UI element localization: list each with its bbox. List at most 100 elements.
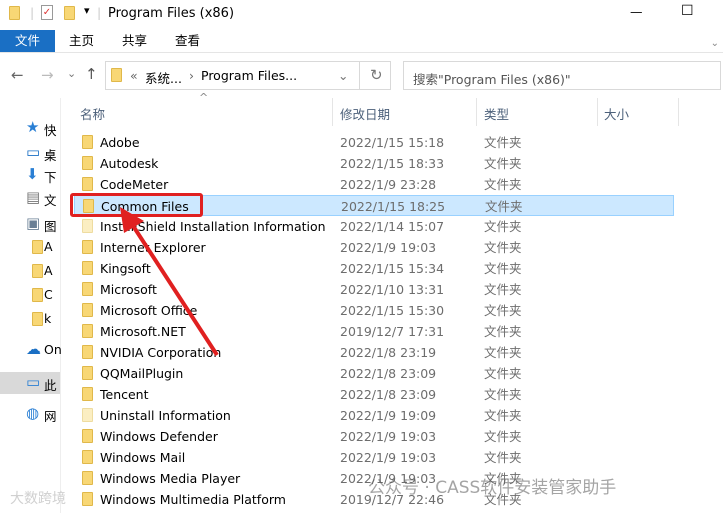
sidebar-item-label: 网	[44, 409, 57, 424]
file-date: 2022/1/9 19:03	[340, 429, 437, 444]
address-bar[interactable]: « 系统... › Program Files... ⌄ ↻	[105, 61, 391, 90]
column-header-name[interactable]: 名称	[80, 104, 105, 123]
file-row[interactable]: Autodesk 2022/1/15 18:33 文件夹	[74, 153, 674, 174]
file-row[interactable]: CodeMeter 2022/1/9 23:28 文件夹	[74, 174, 674, 195]
sidebar-item-label: k	[44, 311, 52, 326]
folder-icon	[82, 450, 93, 464]
tab-view[interactable]: 查看	[175, 30, 200, 52]
folder-icon	[82, 261, 93, 275]
sidebar-item[interactable]: k	[0, 308, 60, 330]
properties-icon[interactable]: ✓	[41, 5, 53, 20]
breadcrumb-separator[interactable]: ›	[189, 68, 194, 83]
sidebar-item[interactable]: C	[0, 284, 60, 306]
file-name: QQMailPlugin	[100, 366, 184, 381]
tab-share[interactable]: 共享	[122, 30, 147, 52]
sidebar-item[interactable]: ☁ On	[0, 339, 62, 361]
annotation-arrow	[120, 207, 219, 357]
file-row[interactable]: QQMailPlugin 2022/1/8 23:09 文件夹	[74, 363, 674, 384]
folder-icon	[82, 240, 93, 254]
file-date: 2022/1/8 23:09	[340, 387, 437, 402]
sidebar-item[interactable]: A	[0, 236, 60, 258]
sidebar-item[interactable]: ⬇ 下	[0, 164, 60, 186]
column-header-size[interactable]: 大小	[604, 104, 629, 123]
folder-icon	[32, 312, 43, 326]
sidebar-item[interactable]: ▭ 桌	[0, 142, 60, 164]
sidebar-item[interactable]: ★ 快	[0, 117, 60, 139]
sidebar-item[interactable]: A	[0, 260, 60, 282]
file-type: 文件夹	[484, 303, 522, 318]
column-header-type[interactable]: 类型	[484, 104, 509, 123]
file-type: 文件夹	[484, 177, 522, 192]
maximize-button[interactable]: ☐	[681, 3, 694, 19]
minimize-button[interactable]: —	[630, 4, 643, 19]
tab-file[interactable]: 文件	[0, 30, 55, 52]
tab-home[interactable]: 主页	[69, 30, 94, 52]
search-input[interactable]: 搜索"Program Files (x86)"	[403, 61, 721, 90]
folder-icon	[82, 177, 93, 191]
file-date: 2022/1/9 19:09	[340, 408, 437, 423]
file-date: 2022/1/9 19:03	[340, 240, 437, 255]
star-icon: ★	[26, 118, 40, 136]
folder-icon	[82, 324, 93, 338]
customize-toolbar-icon[interactable]: ▾	[84, 4, 90, 17]
up-button[interactable]: ↑	[85, 65, 98, 83]
file-row[interactable]: Adobe 2022/1/15 15:18 文件夹	[74, 132, 674, 153]
file-type: 文件夹	[484, 261, 522, 276]
file-date: 2022/1/8 23:09	[340, 366, 437, 381]
file-date: 2022/1/14 15:07	[340, 219, 445, 234]
file-name: Autodesk	[100, 156, 159, 171]
file-date: 2022/1/8 23:19	[340, 345, 437, 360]
ribbon-tabs: 文件 主页 共享 查看	[0, 30, 723, 53]
file-name: Windows Mail	[100, 450, 186, 465]
file-row[interactable]: Uninstall Information 2022/1/9 19:09 文件夹	[74, 405, 674, 426]
file-name: Tencent	[100, 387, 149, 402]
sidebar-item-label: 文	[44, 193, 57, 208]
column-header-date[interactable]: 修改日期	[340, 104, 390, 123]
breadcrumb-program-files[interactable]: Program Files...	[201, 68, 297, 83]
breadcrumb-system[interactable]: 系统...	[145, 68, 182, 87]
recent-locations-button[interactable]: ⌄	[67, 67, 76, 80]
sidebar-item[interactable]: ◍ 网	[0, 403, 60, 425]
folder-icon	[9, 6, 20, 20]
folder-icon	[82, 408, 93, 422]
sidebar-item-label: 图	[44, 219, 57, 234]
sidebar-item-label: 桌	[44, 148, 57, 163]
sidebar-item-label: A	[44, 263, 53, 278]
folder-icon	[82, 303, 93, 317]
file-date: 2022/1/15 15:30	[340, 303, 445, 318]
new-folder-icon[interactable]	[64, 6, 75, 20]
folder-icon	[32, 288, 43, 302]
folder-icon	[82, 219, 93, 233]
address-dropdown-button[interactable]: ⌄	[338, 68, 348, 83]
overflow-chevron[interactable]: «	[130, 68, 138, 83]
file-type: 文件夹	[484, 450, 522, 465]
desktop-icon: ▭	[26, 143, 41, 161]
sidebar-item[interactable]: ▤ 文	[0, 187, 60, 209]
expand-ribbon-icon[interactable]: ⌄	[711, 38, 719, 49]
file-row[interactable]: Tencent 2022/1/8 23:09 文件夹	[74, 384, 674, 405]
sidebar-item-label: On	[44, 342, 62, 357]
folder-icon	[32, 240, 43, 254]
file-date: 2022/1/15 18:33	[340, 156, 445, 171]
file-type: 文件夹	[484, 387, 522, 402]
sidebar-item[interactable]: ▭ 此	[0, 372, 60, 394]
download-icon: ⬇	[26, 165, 39, 183]
sidebar-item-label: A	[44, 239, 53, 254]
folder-icon	[32, 264, 43, 278]
sidebar-item[interactable]: ▣ 图	[0, 213, 60, 235]
file-date: 2022/1/15 15:18	[340, 135, 445, 150]
folder-icon	[82, 366, 93, 380]
back-button[interactable]: ←	[11, 66, 24, 84]
file-row[interactable]: Windows Mail 2022/1/9 19:03 文件夹	[74, 447, 674, 468]
folder-icon	[82, 135, 93, 149]
picture-icon: ▣	[26, 214, 41, 232]
sidebar-item-label: 快	[44, 123, 57, 138]
forward-button[interactable]: →	[41, 66, 54, 84]
folder-icon	[82, 345, 93, 359]
file-row[interactable]: Windows Defender 2022/1/9 19:03 文件夹	[74, 426, 674, 447]
computer-icon: ▭	[26, 373, 41, 391]
file-type: 文件夹	[484, 240, 522, 255]
folder-icon	[82, 471, 93, 485]
file-date: 2022/1/15 15:34	[340, 261, 445, 276]
refresh-button[interactable]: ↻	[370, 66, 383, 84]
